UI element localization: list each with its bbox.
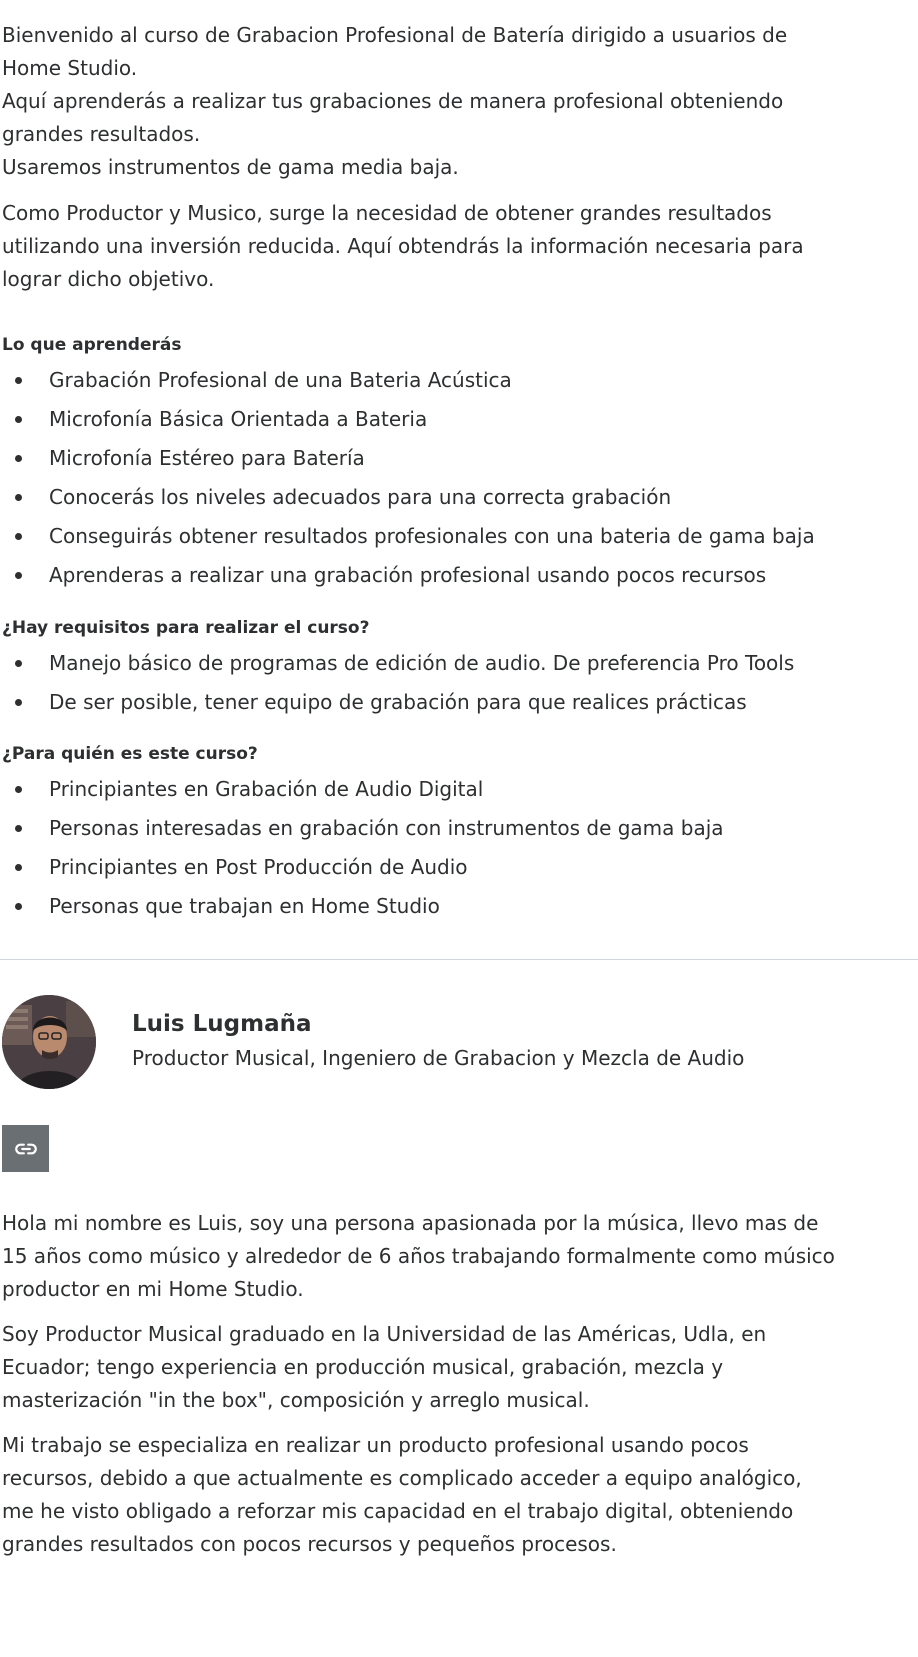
bio-line: recursos, debido a que actualmente es co… bbox=[2, 1466, 802, 1490]
link-button[interactable] bbox=[2, 1125, 49, 1172]
bullet-icon bbox=[15, 494, 22, 501]
bullet-icon bbox=[15, 660, 22, 667]
instructor-title: Productor Musical, Ingeniero de Grabacio… bbox=[132, 1046, 745, 1070]
bullet-icon bbox=[15, 864, 22, 871]
intro-line: Aquí aprenderás a realizar tus grabacion… bbox=[2, 89, 784, 113]
bio-paragraph-3: Mi trabajo se especializa en realizar un… bbox=[2, 1429, 882, 1561]
section-divider bbox=[0, 959, 918, 960]
intro-line: utilizando una inversión reducida. Aquí … bbox=[2, 234, 804, 258]
bio-line: Ecuador; tengo experiencia en producción… bbox=[2, 1355, 724, 1379]
bio-paragraph-2: Soy Productor Musical graduado en la Uni… bbox=[2, 1318, 882, 1417]
bullet-icon bbox=[15, 699, 22, 706]
bullet-icon bbox=[15, 825, 22, 832]
avatar-image bbox=[2, 995, 96, 1089]
intro-line: Usaremos instrumentos de gama media baja… bbox=[2, 155, 459, 179]
bio-paragraph-1: Hola mi nombre es Luis, soy una persona … bbox=[2, 1207, 882, 1306]
bullet-icon bbox=[15, 533, 22, 540]
bio-line: me he visto obligado a reforzar mis capa… bbox=[2, 1499, 794, 1523]
bullet-icon bbox=[15, 903, 22, 910]
audience-heading: ¿Para quién es este curso? bbox=[2, 744, 258, 764]
bio-line: Mi trabajo se especializa en realizar un… bbox=[2, 1433, 749, 1457]
intro-line: grandes resultados. bbox=[2, 122, 201, 146]
bio-line: 15 años como músico y alrededor de 6 año… bbox=[2, 1244, 835, 1268]
bio-line: Soy Productor Musical graduado en la Uni… bbox=[2, 1322, 767, 1346]
intro-line: Bienvenido al curso de Grabacion Profesi… bbox=[2, 23, 788, 47]
intro-paragraph: Bienvenido al curso de Grabacion Profesi… bbox=[2, 19, 882, 184]
bio-line: Hola mi nombre es Luis, soy una persona … bbox=[2, 1211, 819, 1235]
intro-paragraph-2: Como Productor y Musico, surge la necesi… bbox=[2, 197, 882, 296]
instructor-name[interactable]: Luis Lugmaña bbox=[132, 1008, 312, 1040]
requirements-heading: ¿Hay requisitos para realizar el curso? bbox=[2, 618, 370, 638]
learn-heading: Lo que aprenderás bbox=[2, 335, 182, 355]
bio-line: productor en mi Home Studio. bbox=[2, 1277, 304, 1301]
course-description-page: Bienvenido al curso de Grabacion Profesi… bbox=[0, 0, 918, 1657]
intro-line: Como Productor y Musico, surge la necesi… bbox=[2, 201, 772, 225]
bullet-icon bbox=[15, 377, 22, 384]
bullet-icon bbox=[15, 572, 22, 579]
intro-line: Home Studio. bbox=[2, 56, 138, 80]
intro-line: lograr dicho objetivo. bbox=[2, 267, 215, 291]
bio-line: masterización "in the box", composición … bbox=[2, 1388, 590, 1412]
link-icon bbox=[14, 1143, 37, 1154]
bullet-icon bbox=[15, 455, 22, 462]
bullet-icon bbox=[15, 786, 22, 793]
bullet-icon bbox=[15, 416, 22, 423]
avatar[interactable] bbox=[2, 995, 96, 1089]
bio-line: grandes resultados con pocos recursos y … bbox=[2, 1532, 617, 1556]
